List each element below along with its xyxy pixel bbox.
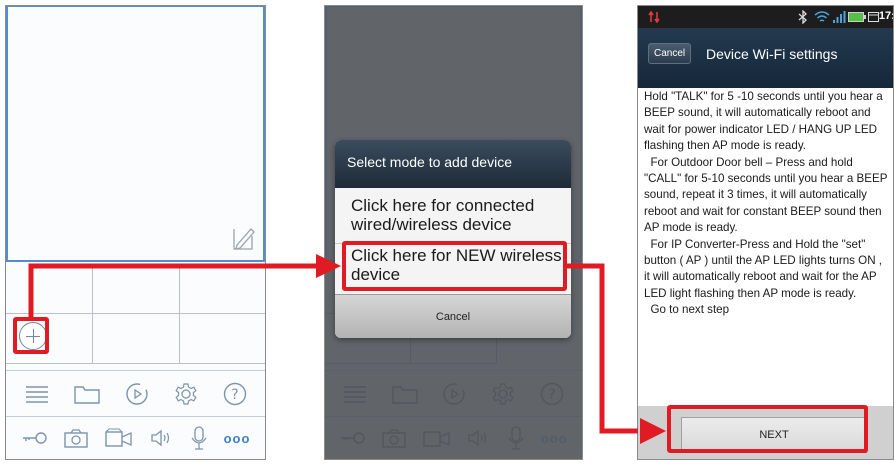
arrowhead	[316, 254, 341, 278]
arrowhead	[640, 418, 666, 444]
arrow-line	[567, 263, 638, 434]
annotation-arrows	[28, 254, 666, 444]
arrow-line	[28, 263, 316, 317]
